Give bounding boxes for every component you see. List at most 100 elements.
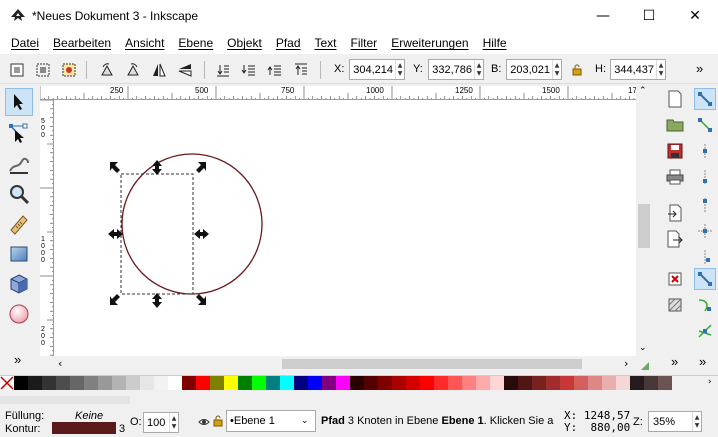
color-swatch[interactable] (322, 376, 336, 390)
delete-icon[interactable] (664, 268, 686, 290)
measure-tool-icon[interactable] (5, 210, 33, 238)
more-controls-button[interactable]: » (696, 61, 703, 76)
height-spinbox[interactable]: 344,437 ▲ ▼ (610, 59, 666, 80)
flip-vertical-icon[interactable] (174, 59, 196, 81)
snap-bbox-center-icon[interactable] (694, 220, 716, 242)
color-swatch[interactable] (42, 376, 56, 390)
color-swatch[interactable] (126, 376, 140, 390)
spin-arrows-icon[interactable]: ▲ ▼ (169, 413, 178, 432)
color-swatch[interactable] (574, 376, 588, 390)
y-spinbox[interactable]: 332,786 ▲ ▼ (428, 59, 484, 80)
width-spinbox[interactable]: 203,021 ▲ ▼ (506, 59, 562, 80)
menu-ansicht[interactable]: Ansicht (118, 32, 171, 54)
more-tools-button[interactable]: » (14, 352, 21, 367)
color-swatch[interactable] (658, 376, 672, 390)
rotate-ccw-icon[interactable] (96, 59, 118, 81)
color-swatch[interactable] (252, 376, 266, 390)
export-icon[interactable] (664, 228, 686, 250)
spin-arrows-icon[interactable]: ▲ ▼ (552, 60, 561, 79)
3d-box-tool-icon[interactable] (5, 270, 33, 298)
color-swatch[interactable] (406, 376, 420, 390)
spin-arrows-icon[interactable]: ▲ ▼ (656, 60, 665, 79)
node-tool-icon[interactable] (5, 119, 33, 147)
snap-path-icon[interactable] (694, 294, 716, 316)
color-swatch[interactable] (238, 376, 252, 390)
lower-icon[interactable] (238, 59, 260, 81)
color-swatch[interactable] (266, 376, 280, 390)
open-folder-icon[interactable] (664, 114, 686, 136)
color-swatch[interactable] (504, 376, 518, 390)
menu-filter[interactable]: Filter (344, 32, 385, 54)
color-swatch[interactable] (462, 376, 476, 390)
color-swatch[interactable] (308, 376, 322, 390)
select-tool-icon[interactable] (5, 88, 33, 116)
color-swatch[interactable] (560, 376, 574, 390)
close-button[interactable]: ✕ (672, 0, 718, 32)
zoom-corner-icon[interactable] (640, 360, 650, 370)
spin-arrows-icon[interactable]: ▲ ▼ (474, 60, 483, 79)
menu-text[interactable]: Text (308, 32, 344, 54)
color-swatch[interactable] (84, 376, 98, 390)
pattern-icon[interactable] (664, 294, 686, 316)
palette-scrollbar[interactable] (0, 396, 130, 404)
minimize-button[interactable]: — (580, 0, 626, 32)
color-swatch[interactable] (378, 376, 392, 390)
scroll-left-icon[interactable]: ‹ (58, 357, 62, 370)
spin-arrows-icon[interactable]: ▲ ▼ (395, 60, 404, 79)
more-commands-button[interactable]: » (671, 354, 678, 369)
color-swatch[interactable] (14, 376, 28, 390)
zoom-tool-icon[interactable] (5, 180, 33, 208)
spin-arrows-icon[interactable]: ▲ ▼ (692, 412, 701, 431)
color-swatch[interactable] (616, 376, 630, 390)
eye-icon[interactable] (198, 416, 210, 430)
rotate-cw-icon[interactable] (122, 59, 144, 81)
color-swatch[interactable] (532, 376, 546, 390)
zoom-spinbox[interactable]: 35% ▲ ▼ (648, 411, 702, 432)
rect-tool-icon[interactable] (5, 240, 33, 268)
layer-lock-icon[interactable] (213, 415, 223, 430)
menu-datei[interactable]: Datei (4, 32, 46, 54)
color-swatch[interactable] (140, 376, 154, 390)
scroll-down-icon[interactable]: ⌄ (639, 343, 647, 353)
color-swatch[interactable] (476, 376, 490, 390)
palette-scroll-icon[interactable]: › (708, 377, 712, 387)
color-swatch[interactable] (154, 376, 168, 390)
select-all-icon[interactable] (6, 59, 28, 81)
color-swatch[interactable] (630, 376, 644, 390)
color-swatch[interactable] (280, 376, 294, 390)
deselect-icon[interactable] (58, 59, 80, 81)
color-swatch[interactable] (98, 376, 112, 390)
menu-objekt[interactable]: Objekt (220, 32, 269, 54)
color-swatch[interactable] (182, 376, 196, 390)
horizontal-scroll-thumb[interactable] (282, 359, 582, 369)
menu-erweiterungen[interactable]: Erweiterungen (384, 32, 475, 54)
horizontal-scrollbar[interactable]: ‹ › (54, 356, 636, 372)
color-swatch[interactable] (448, 376, 462, 390)
color-swatch[interactable] (518, 376, 532, 390)
stroke-color-swatch[interactable] (52, 422, 116, 434)
select-all-layers-icon[interactable] (32, 59, 54, 81)
color-swatch[interactable] (588, 376, 602, 390)
raise-icon[interactable] (264, 59, 286, 81)
snap-bbox-corner-icon[interactable] (694, 166, 716, 188)
menu-pfad[interactable]: Pfad (269, 32, 308, 54)
scroll-right-icon[interactable]: › (624, 357, 628, 370)
snap-enable-icon[interactable] (694, 88, 716, 110)
opacity-spinbox[interactable]: 100 ▲ ▼ (143, 412, 179, 433)
color-swatch[interactable] (392, 376, 406, 390)
drawing-canvas[interactable] (54, 100, 636, 356)
color-swatch[interactable] (196, 376, 210, 390)
layer-select[interactable]: •Ebene 1 ⌄ (226, 410, 316, 432)
more-snap-button[interactable]: » (699, 354, 706, 369)
color-swatch[interactable] (336, 376, 350, 390)
color-swatch[interactable] (490, 376, 504, 390)
fill-value[interactable]: Keine (75, 410, 103, 422)
snap-page-border-icon[interactable] (694, 246, 716, 268)
snap-bbox-edge-icon[interactable] (694, 140, 716, 162)
menu-ebene[interactable]: Ebene (171, 32, 220, 54)
color-swatch[interactable] (546, 376, 560, 390)
circle-tool-icon[interactable] (5, 300, 33, 328)
color-swatch[interactable] (350, 376, 364, 390)
lower-to-bottom-icon[interactable] (212, 59, 234, 81)
raise-to-top-icon[interactable] (290, 59, 312, 81)
